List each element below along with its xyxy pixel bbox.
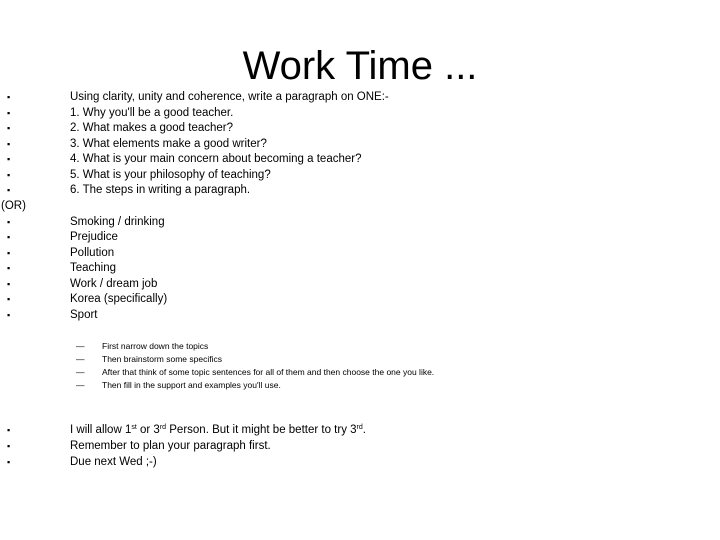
- step-text: Then fill in the support and examples yo…: [102, 380, 281, 390]
- dash-icon: —: [76, 380, 85, 390]
- or-label: (OR): [1, 200, 26, 212]
- bullet-icon: ▪: [7, 154, 11, 164]
- topic-text: Prejudice: [70, 231, 118, 243]
- note-text: Person. But it might be better to try 3: [166, 424, 357, 436]
- bullet-icon: ▪: [7, 169, 11, 180]
- bullet-icon: ▪: [7, 92, 11, 102]
- bullet-icon: ▪: [7, 216, 11, 227]
- slide-title-text: Work Time ...: [242, 44, 478, 88]
- step-text: First narrow down the topics: [102, 341, 209, 351]
- step-text: Then brainstorm some specifics: [102, 354, 222, 364]
- person-note: I will allow 1st or 3rd Person. But it m…: [70, 423, 366, 439]
- note-text: .: [362, 424, 366, 436]
- bullet-icon: ▪: [7, 232, 11, 242]
- due-note: Due next Wed ;-): [70, 456, 157, 468]
- topic-text: Work / dream job: [70, 277, 158, 290]
- bullet-icon: ▪: [7, 441, 11, 451]
- step-text: After that think of some topic sentences…: [102, 367, 435, 377]
- bullet-icon: ▪: [7, 425, 11, 435]
- bullet-icon: ▪: [7, 247, 11, 258]
- dash-icon: —: [76, 341, 85, 351]
- bullet-icon: ▪: [7, 138, 11, 149]
- topic-text: Pollution: [70, 246, 115, 259]
- topic-text: Smoking / drinking: [70, 215, 165, 228]
- bullet-icon: ▪: [7, 309, 11, 320]
- bullet-icon: ▪: [7, 457, 11, 467]
- bullet-icon: ▪: [7, 263, 11, 273]
- topic-text: Sport: [70, 308, 98, 321]
- topic-text: Korea (specifically): [70, 293, 168, 305]
- note-text: I will allow 1: [70, 424, 132, 436]
- question-text: 4. What is your main concern about becom…: [70, 153, 362, 165]
- bullet-icon: ▪: [7, 185, 11, 195]
- question-text: 6. The steps in writing a paragraph.: [70, 184, 251, 196]
- bullet-icon: ▪: [7, 278, 11, 289]
- bullet-icon: ▪: [7, 123, 11, 133]
- plan-note: Remember to plan your paragraph first.: [70, 440, 271, 452]
- intro-text: Using clarity, unity and coherence, writ…: [70, 91, 389, 103]
- question-text: 1. Why you'll be a good teacher.: [70, 106, 234, 119]
- question-text: 5. What is your philosophy of teaching?: [70, 168, 271, 181]
- dash-icon: —: [76, 367, 85, 377]
- bullet-icon: ▪: [7, 107, 11, 118]
- dash-icon: —: [76, 354, 85, 364]
- note-text: or 3: [136, 424, 160, 436]
- question-text: 2. What makes a good teacher?: [70, 122, 234, 134]
- topic-text: Teaching: [70, 262, 117, 274]
- slide-title: Work Time ...: [0, 40, 720, 92]
- bullet-icon: ▪: [7, 294, 11, 304]
- question-text: 3. What elements make a good writer?: [70, 137, 267, 150]
